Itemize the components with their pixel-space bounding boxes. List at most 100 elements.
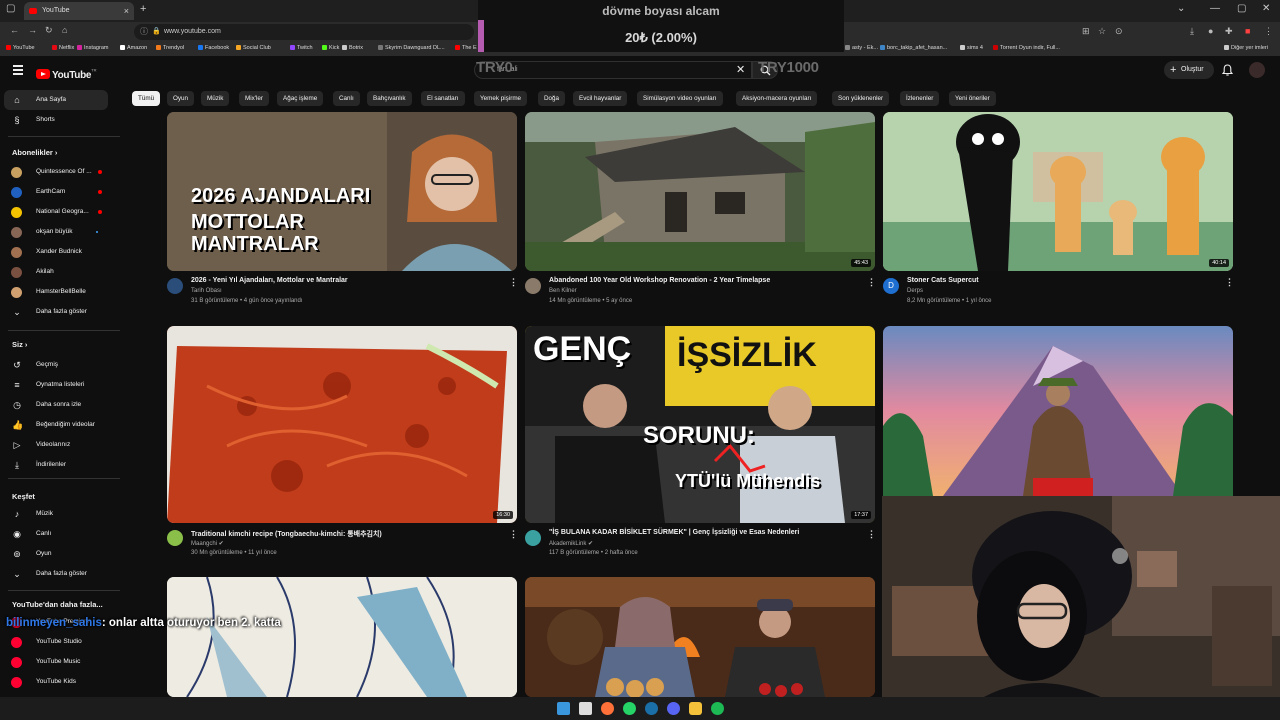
more-options-icon[interactable]: ⋮ — [509, 277, 518, 288]
home-browser-icon[interactable]: ⌂ — [62, 25, 67, 35]
bookmark-item[interactable]: sims 4 — [960, 45, 983, 51]
youtube-logo[interactable]: YouTubeTR — [36, 65, 97, 83]
address-bar[interactable]: ⓘ 🔒 www.youtube.com — [134, 24, 474, 40]
clear-search-icon[interactable]: ✕ — [736, 63, 745, 76]
video-thumbnail[interactable]: 16:3016:30 — [167, 326, 517, 523]
close-tab-icon[interactable]: × — [124, 2, 129, 20]
bookmark-item[interactable]: Botrix — [342, 45, 363, 51]
channel-name[interactable]: Maangchi ✔ — [191, 540, 224, 547]
sidebar-item-channel[interactable]: HamsterBellBelle — [4, 282, 108, 302]
sidebar-item-gamepad-icon[interactable]: ⊚ Oyun — [4, 544, 108, 564]
sidebar-item-channel[interactable]: National Geogra... — [4, 202, 108, 222]
channel-name[interactable]: Ben Kilner — [549, 288, 577, 294]
filter-chip[interactable]: Simülasyon video oyunları — [637, 91, 723, 106]
sidebar-item-history-icon[interactable]: ↺ Geçmiş — [4, 355, 108, 375]
sidebar-item-clock-icon[interactable]: ◷ Daha sonra izle — [4, 395, 108, 415]
sidebar-item-download-icon[interactable]: ⤓ İndirilenler — [4, 455, 108, 475]
bookmark-item[interactable]: Facebook — [198, 45, 229, 51]
channel-name[interactable]: Tarih Obası — [191, 288, 222, 294]
sidebar-item-playlist-icon[interactable]: ≡ Oynatma listeleri — [4, 375, 108, 395]
new-tab-icon[interactable]: + — [140, 3, 146, 15]
extension-icon[interactable]: ● — [1208, 26, 1213, 36]
folder-icon[interactable] — [689, 702, 702, 715]
filter-chip[interactable]: Evcil hayvanlar — [573, 91, 628, 106]
firefox-icon[interactable] — [601, 702, 614, 715]
sidebar-section-title[interactable]: Abonelikler › — [12, 148, 57, 157]
bookmark-item[interactable]: asty - Ek... — [845, 45, 878, 51]
filter-chip[interactable]: Aksiyon-macera oyunları — [736, 91, 818, 106]
more-options-icon[interactable]: ⋮ — [1225, 277, 1234, 288]
bookmark-item[interactable]: Twitch — [290, 45, 313, 51]
more-options-icon[interactable]: ⋮ — [867, 529, 876, 540]
filter-chip[interactable]: Yeni öneriler — [949, 91, 996, 106]
video-thumbnail[interactable]: 17:37GENÇİŞSİZLİKSORUNU:YTÜ'lü Mühendis1… — [525, 326, 875, 523]
sidebar-item-channel[interactable]: EarthCam — [4, 182, 108, 202]
video-title[interactable]: Traditional kimchi recipe (Tongbaechu-ki… — [191, 529, 382, 539]
bookmark-item[interactable]: Trendyol — [156, 45, 184, 51]
downloads-icon[interactable]: ⤓ — [1190, 26, 1194, 37]
sidebar-section-title[interactable]: YouTube'dan daha fazla... — [12, 600, 103, 609]
filter-chip[interactable]: İzlenenler — [900, 91, 940, 106]
sidebar-item-video-icon[interactable]: ▷ Videolarınız — [4, 435, 108, 455]
create-button[interactable]: Oluştur — [1164, 61, 1214, 79]
video-title[interactable]: Abandoned 100 Year Old Workshop Renovati… — [549, 277, 770, 284]
sidebar-item-channel[interactable]: okşan büyük — [4, 222, 108, 242]
search-input[interactable]: farl..ali — [474, 61, 752, 79]
sidebar-item-chevron-down-icon[interactable]: ⌄ Daha fazla göster — [4, 302, 108, 322]
tab-list-icon[interactable]: ▢ — [6, 3, 15, 14]
video-title[interactable]: Stoner Cats Supercut — [907, 277, 979, 284]
browser-tab-youtube[interactable]: YouTube × — [24, 2, 134, 20]
close-window-icon[interactable]: ✕ — [1262, 3, 1270, 14]
filter-chip[interactable]: Mix'ler — [239, 91, 269, 106]
bell-icon[interactable] — [1222, 64, 1233, 76]
filter-chip[interactable]: Canlı — [333, 91, 360, 106]
bookmark-item[interactable]: Instagram — [77, 45, 108, 51]
sidebar-item-channel[interactable]: YouTube Studio — [4, 632, 108, 652]
channel-avatar[interactable] — [525, 278, 541, 294]
bookmark-item[interactable]: Amazon — [120, 45, 147, 51]
channel-avatar[interactable] — [525, 530, 541, 546]
bookmark-item[interactable]: YouTube — [6, 45, 35, 51]
channel-name[interactable]: Derps — [907, 288, 923, 294]
sidebar-item-channel[interactable]: Akilah — [4, 262, 108, 282]
back-icon[interactable]: ← — [10, 25, 19, 35]
steam-icon[interactable] — [645, 702, 658, 715]
site-info-icon[interactable]: ⓘ — [140, 24, 148, 40]
sidebar-item-channel[interactable]: Xander Budnick — [4, 242, 108, 262]
bookmark-item[interactable]: The E — [455, 45, 477, 51]
whatsapp-icon[interactable] — [623, 702, 636, 715]
sidebar-section-title[interactable]: Siz › — [12, 340, 27, 349]
bookmark-item[interactable]: borc_takip_afet_hasan... — [880, 45, 947, 51]
sidebar-item-home-icon[interactable]: ⌂ Ana Sayfa — [4, 90, 108, 110]
filter-chip[interactable]: Son yüklenenler — [832, 91, 890, 106]
sidebar-item-chevron-down-icon[interactable]: ⌄ Daha fazla göster — [4, 564, 108, 584]
sidebar-item-channel[interactable]: YouTube Music — [4, 652, 108, 672]
user-avatar[interactable] — [1249, 62, 1265, 78]
menu-icon[interactable]: ⋮ — [1264, 26, 1273, 37]
maximize-icon[interactable]: ▢ — [1237, 3, 1246, 14]
filter-chip[interactable]: Bahçıvanlık — [367, 91, 412, 106]
search-icon[interactable] — [579, 702, 592, 715]
other-bookmarks[interactable]: Diğer yer imleri — [1224, 45, 1268, 51]
sidebar-section-title[interactable]: Keşfet — [12, 492, 35, 501]
screenshot-icon[interactable]: ⊙ — [1115, 26, 1123, 37]
filter-chip[interactable]: Oyun — [167, 91, 195, 106]
chevron-down-icon[interactable]: ⌄ — [1177, 3, 1185, 14]
filter-chip[interactable]: El sanatları — [421, 91, 465, 106]
sidebar-item-channel[interactable]: YouTube Kids — [4, 672, 108, 692]
video-title[interactable]: 2026 - Yeni Yıl Ajandaları, Mottolar ve … — [191, 277, 348, 284]
minimize-icon[interactable]: — — [1210, 3, 1220, 14]
more-options-icon[interactable]: ⋮ — [509, 529, 518, 540]
filter-chip[interactable]: Ağaç işleme — [277, 91, 324, 106]
video-thumbnail[interactable] — [883, 326, 1233, 496]
video-title[interactable]: "İŞ BULANA KADAR BİSİKLET SÜRMEK" | Genç… — [549, 529, 799, 536]
spotify-icon[interactable] — [711, 702, 724, 715]
bookmark-star-icon[interactable]: ☆ — [1098, 26, 1106, 37]
sidebar-item-shorts-icon[interactable]: § Shorts — [4, 110, 108, 130]
bookmark-item[interactable]: Kick — [322, 45, 339, 51]
channel-name[interactable]: AkademikLink ✔ — [549, 540, 593, 547]
filter-chip[interactable]: Müzik — [201, 91, 230, 106]
video-thumbnail[interactable] — [525, 577, 875, 697]
sidebar-item-music-icon[interactable]: ♪ Müzik — [4, 504, 108, 524]
filter-chip[interactable]: Tümü — [132, 91, 161, 106]
